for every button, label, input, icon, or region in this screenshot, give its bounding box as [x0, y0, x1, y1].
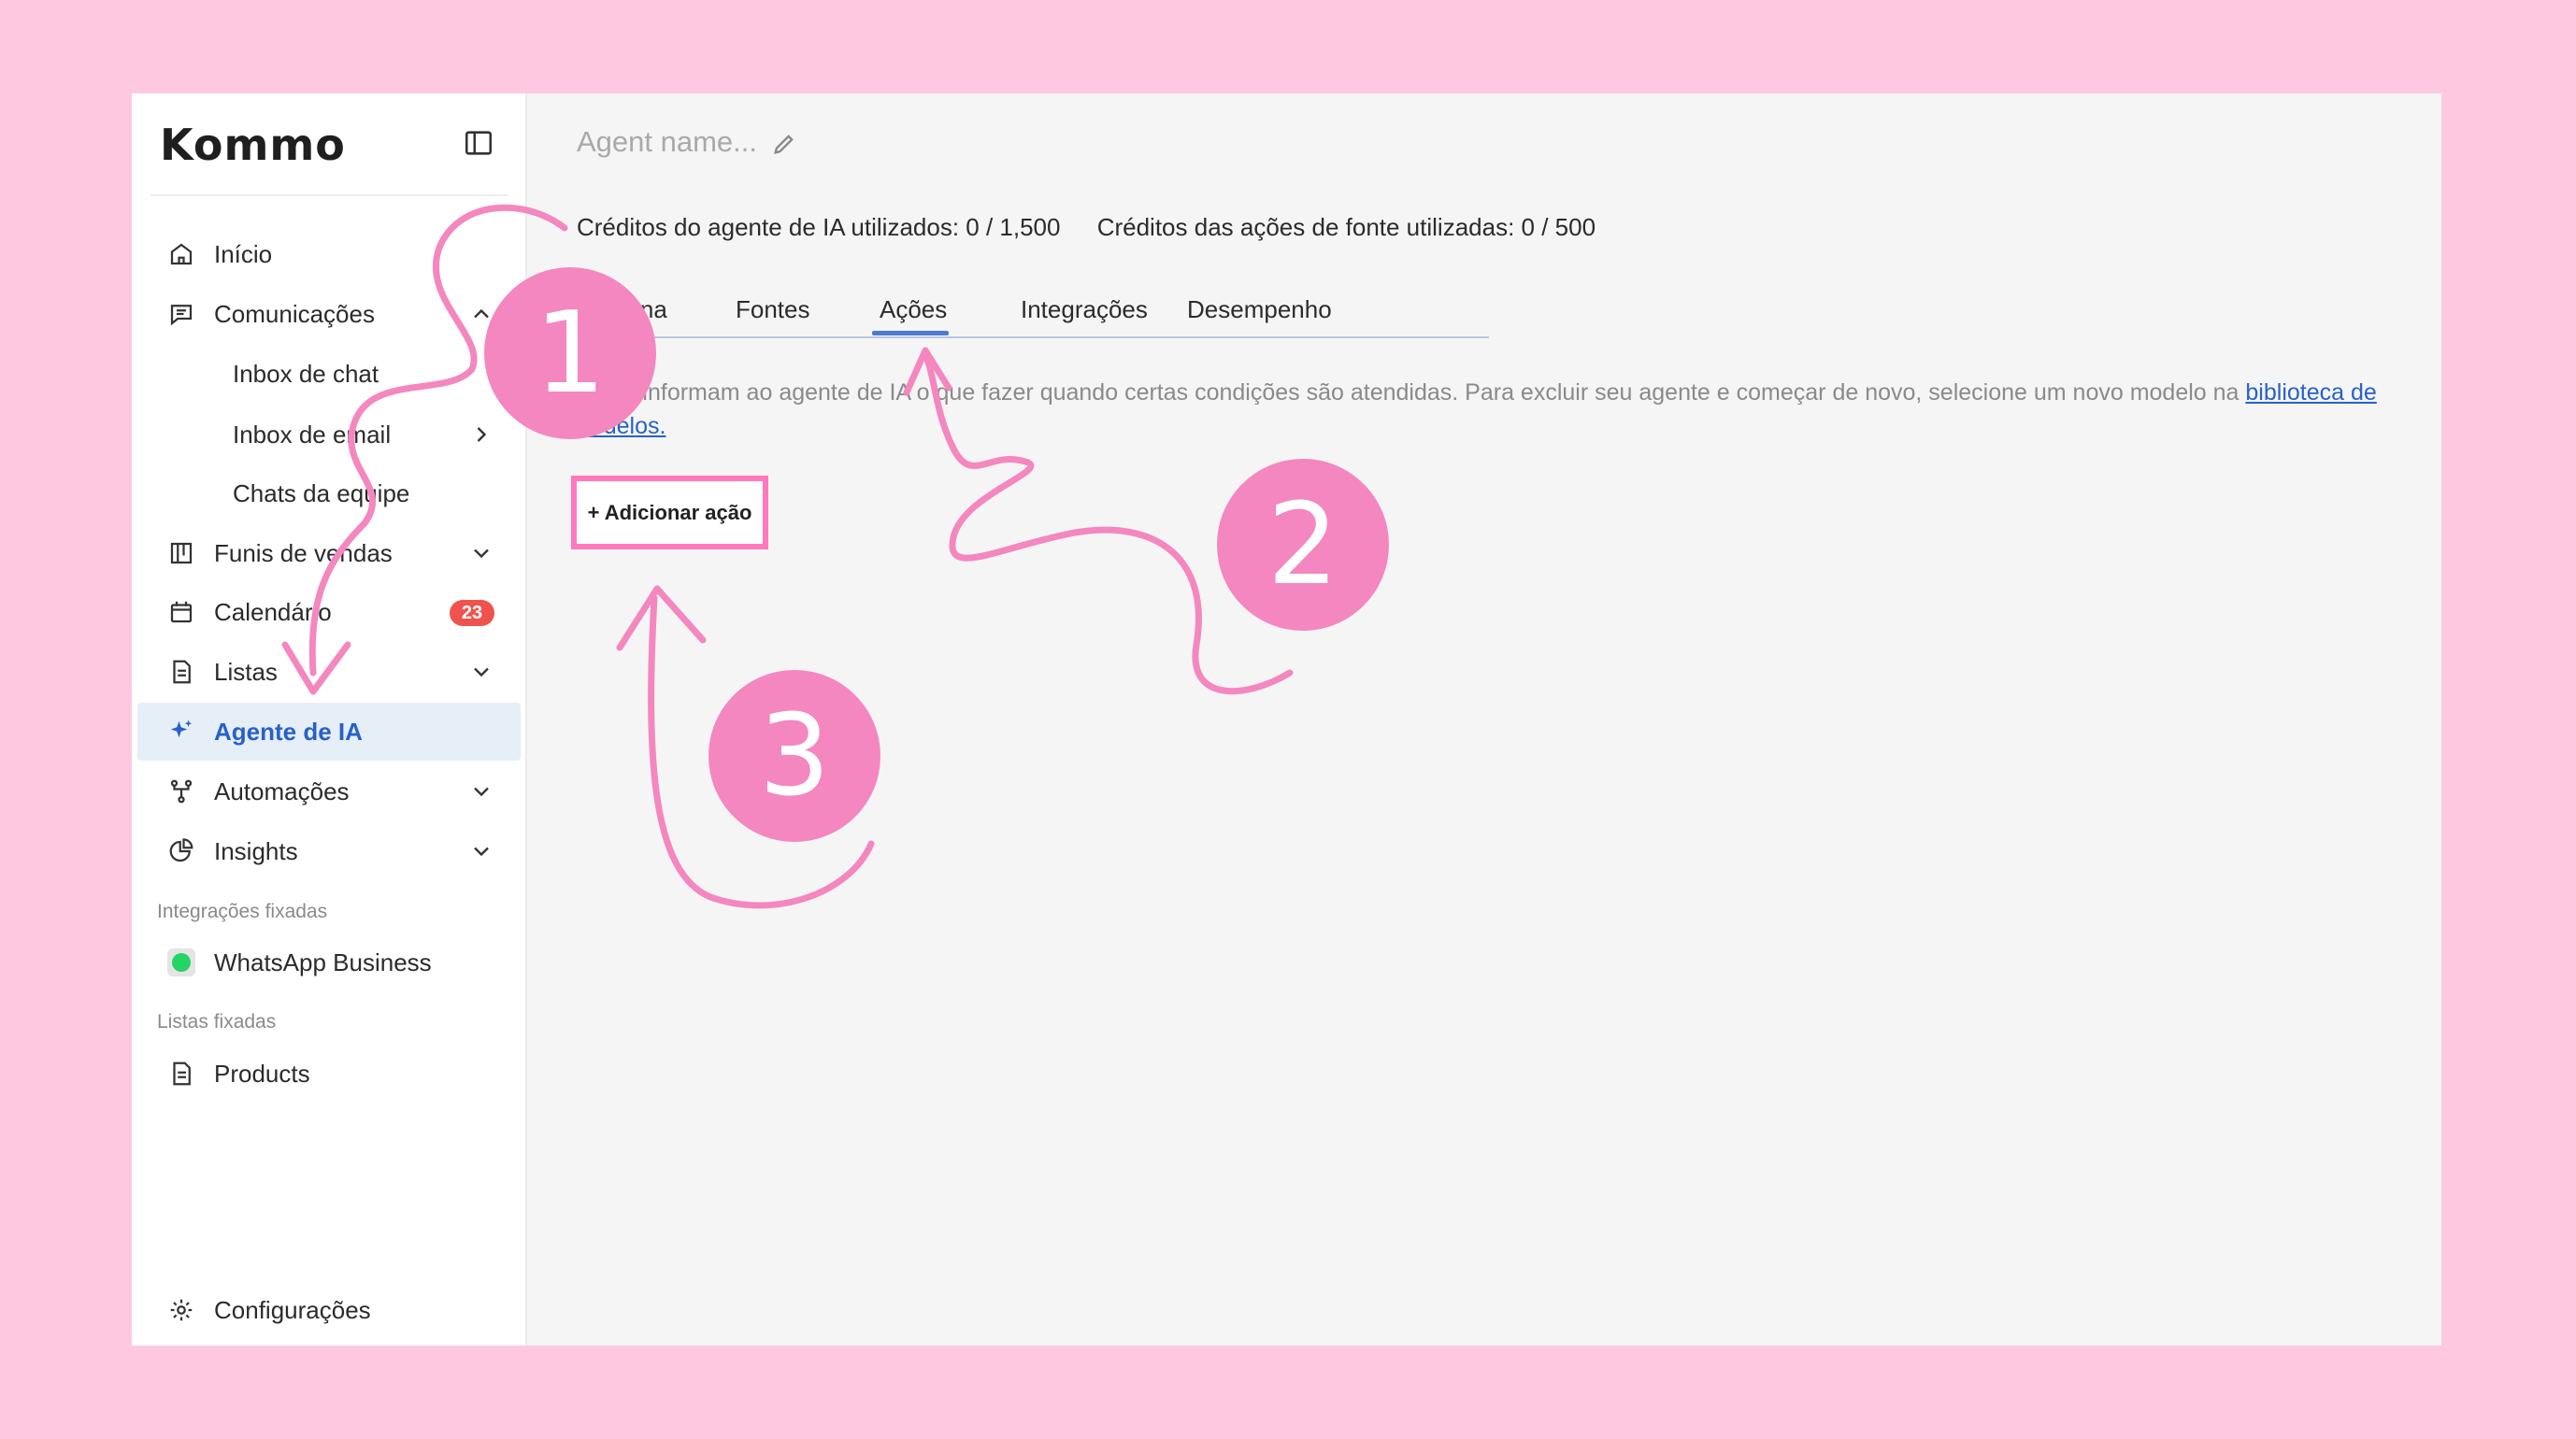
sidebar-item-label: Comunicações	[214, 299, 375, 328]
sidebar-item-automacoes[interactable]: Automações	[137, 762, 521, 820]
sidebar-item-label: Agente de IA	[214, 717, 363, 746]
kommo-logo: Kommo	[160, 120, 346, 170]
list-icon	[165, 656, 197, 688]
sidebar-item-label: Insights	[214, 836, 298, 865]
chevron-down-icon[interactable]	[468, 540, 494, 566]
chevron-down-icon[interactable]	[468, 659, 494, 685]
step-2-marker: 2	[1217, 459, 1389, 631]
sidebar-item-label: WhatsApp Business	[214, 947, 432, 976]
sidebar-item-label: Automações	[214, 776, 350, 805]
ai-credits-text: Créditos do agente de IA utilizados: 0 /…	[577, 213, 1061, 241]
source-credits-text: Créditos das ações de fonte utilizadas: …	[1096, 213, 1596, 241]
home-icon	[165, 238, 197, 270]
sidebar-item-listas[interactable]: Listas	[137, 643, 521, 701]
sidebar-item-funis[interactable]: Funis de vendas	[137, 524, 521, 582]
sidebar-item-whatsapp[interactable]: WhatsApp Business	[137, 933, 521, 991]
chevron-down-icon[interactable]	[468, 838, 494, 864]
sidebar-toggle-icon[interactable]	[463, 127, 494, 159]
sidebar-item-products[interactable]: Products	[137, 1045, 521, 1103]
sidebar-item-chats-equipe[interactable]: Chats da equipe	[137, 464, 521, 522]
tab-acoes[interactable]: Ações	[880, 295, 947, 324]
chat-icon	[165, 298, 197, 330]
gear-icon	[165, 1294, 197, 1326]
actions-description: Ações informam ao agente de IA o que faz…	[571, 376, 2412, 443]
automation-icon	[165, 776, 197, 807]
sidebar-item-comunicacoes[interactable]: Comunicações	[137, 285, 521, 343]
pipeline-icon	[165, 537, 197, 569]
sidebar: Kommo Início Comunicações Inbox de chat …	[132, 93, 527, 1346]
sidebar-divider	[150, 194, 508, 196]
sidebar-item-label: Inbox de email	[233, 420, 392, 449]
sidebar-item-insights[interactable]: Insights	[137, 822, 521, 880]
pinned-lists-label: Listas fixadas	[157, 1011, 277, 1033]
sidebar-item-inbox-email[interactable]: Inbox de email	[137, 406, 521, 463]
credits-bar: Créditos do agente de IA utilizados: 0 /…	[577, 213, 1625, 242]
sidebar-item-label: Funis de vendas	[214, 538, 393, 567]
tab-fontes[interactable]: Fontes	[736, 295, 810, 324]
step-3-marker: 3	[708, 670, 880, 842]
sidebar-item-agente-ia[interactable]: Agente de IA	[137, 703, 521, 761]
whatsapp-icon	[165, 947, 197, 978]
calendar-icon	[165, 596, 197, 628]
sparkle-icon	[165, 716, 197, 748]
chevron-down-icon[interactable]	[468, 778, 494, 805]
tab-integracoes[interactable]: Integrações	[1021, 295, 1148, 324]
sidebar-item-label: Inbox de chat	[233, 359, 379, 388]
document-icon	[165, 1058, 197, 1090]
sidebar-item-configuracoes[interactable]: Configurações	[137, 1281, 521, 1339]
sidebar-item-label: Calendário	[214, 597, 332, 626]
sidebar-item-label: Início	[214, 239, 273, 268]
tab-bar: Persona Fontes Ações Integrações Desempe…	[577, 288, 1489, 338]
add-action-button[interactable]: + Adicionar ação	[571, 476, 768, 549]
sidebar-item-label: Products	[214, 1059, 310, 1088]
sidebar-item-inbox-chat[interactable]: Inbox de chat	[137, 345, 521, 403]
sidebar-item-label: Chats da equipe	[233, 478, 410, 507]
sidebar-item-calendario[interactable]: Calendário 23	[137, 583, 521, 641]
app-window: Kommo Início Comunicações Inbox de chat …	[132, 93, 2441, 1346]
sidebar-item-label: Listas	[214, 657, 278, 686]
pinned-integrations-label: Integrações fixadas	[157, 901, 328, 922]
chevron-right-icon[interactable]	[468, 421, 494, 448]
sidebar-item-inicio[interactable]: Início	[137, 225, 521, 283]
pencil-icon[interactable]	[771, 131, 797, 157]
description-text: Ações informam ao agente de IA o que faz…	[571, 379, 2246, 406]
calendar-count-badge: 23	[450, 600, 494, 626]
sidebar-item-label: Configurações	[214, 1295, 371, 1324]
tab-desempenho[interactable]: Desempenho	[1187, 295, 1332, 324]
agent-name-field[interactable]: Agent name...	[577, 125, 757, 159]
pie-chart-icon	[165, 835, 197, 867]
active-tab-indicator	[872, 331, 949, 335]
step-1-marker: 1	[484, 267, 656, 439]
